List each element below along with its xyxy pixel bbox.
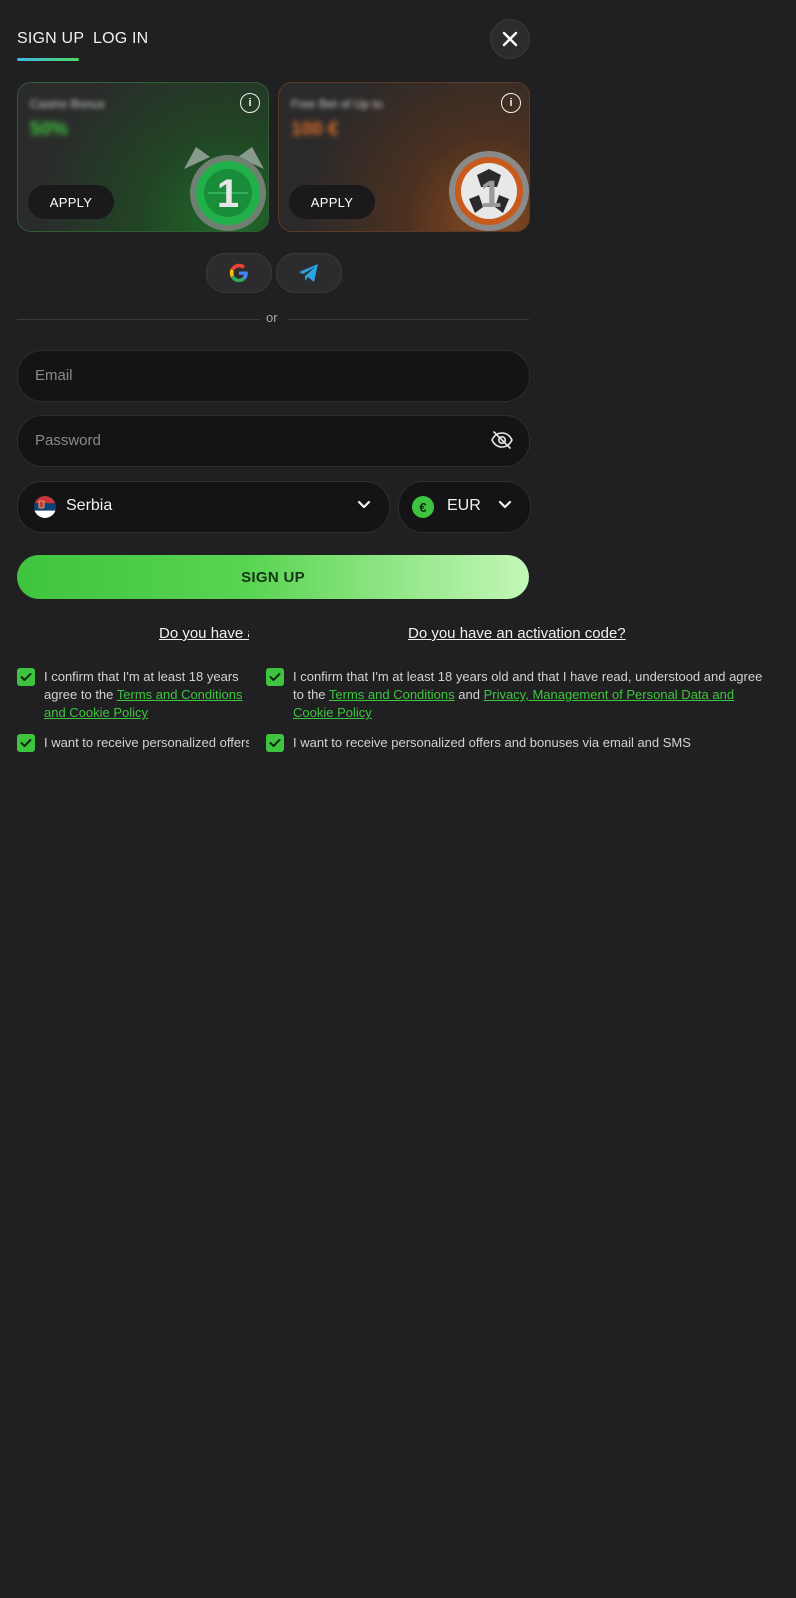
close-button[interactable] bbox=[490, 19, 530, 59]
chevron-down-icon bbox=[357, 500, 371, 509]
medal-icon: 1 bbox=[184, 147, 266, 231]
apply-button[interactable]: APPLY bbox=[28, 185, 114, 219]
signup-submit-button[interactable]: SIGN UP bbox=[17, 555, 529, 599]
currency-select[interactable]: € EUR bbox=[398, 481, 531, 533]
tab-signup[interactable]: SIGN UP bbox=[17, 30, 84, 48]
bonus-title: Free Bet of Up to bbox=[291, 97, 383, 111]
tab-login[interactable]: LOG IN bbox=[93, 30, 148, 48]
eye-off-icon[interactable] bbox=[491, 430, 513, 450]
serbia-flag-icon bbox=[34, 496, 56, 518]
currency-value: EUR bbox=[447, 497, 481, 514]
email-field[interactable]: Email bbox=[17, 350, 530, 402]
offers-checkbox[interactable] bbox=[266, 734, 284, 752]
apply-button[interactable]: APPLY bbox=[289, 185, 375, 219]
telegram-login-button[interactable] bbox=[276, 253, 342, 293]
divider-line bbox=[288, 319, 529, 320]
activation-code-link[interactable]: Do you have an activation code? bbox=[408, 625, 626, 642]
password-placeholder: Password bbox=[35, 432, 101, 449]
sport-bonus-card: Free Bet of Up to 100 € i 1 APPLY bbox=[278, 82, 530, 232]
age-checkbox[interactable] bbox=[266, 668, 284, 686]
check-icon bbox=[269, 739, 281, 747]
privacy-link-clipped[interactable]: and Cookie Policy bbox=[44, 704, 249, 722]
chevron-down-icon bbox=[498, 500, 512, 509]
offers-checkbox-clipped[interactable] bbox=[17, 734, 35, 752]
terms-link-clipped[interactable]: Terms and Conditions bbox=[117, 687, 243, 702]
info-icon[interactable]: i bbox=[240, 93, 260, 113]
offers-consent-text: I want to receive personalized offers an… bbox=[293, 735, 691, 750]
medal-number: 1 bbox=[480, 174, 501, 216]
bonus-value: 100 € bbox=[291, 119, 339, 140]
check-icon bbox=[20, 739, 32, 747]
age-checkbox-clipped[interactable] bbox=[17, 668, 35, 686]
consent-text: agree to the bbox=[44, 687, 117, 702]
consent-clipped-column: I confirm that I'm at least 18 years agr… bbox=[17, 668, 249, 758]
age-consent-text: I confirm that I'm at least 18 years old… bbox=[293, 668, 773, 722]
casino-bonus-card: Casino Bonus 50% i 1 APPLY bbox=[17, 82, 269, 232]
google-login-button[interactable] bbox=[206, 253, 272, 293]
email-placeholder: Email bbox=[35, 367, 73, 384]
consent-text: and bbox=[454, 687, 484, 702]
bonus-title: Casino Bonus bbox=[30, 97, 105, 111]
terms-link[interactable]: Terms and Conditions bbox=[329, 687, 455, 702]
divider-line bbox=[17, 319, 260, 320]
consent-line: I confirm that I'm at least 18 years bbox=[44, 669, 239, 684]
country-value: Serbia bbox=[66, 497, 113, 514]
activation-link-clipped-wrap: Do you have an activation code? bbox=[159, 625, 249, 647]
age-consent-text-clipped: I confirm that I'm at least 18 years agr… bbox=[44, 668, 249, 722]
check-icon bbox=[20, 673, 32, 681]
check-icon bbox=[269, 673, 281, 681]
password-field[interactable]: Password bbox=[17, 415, 530, 467]
activation-code-link-clipped[interactable]: Do you have an activation code? bbox=[159, 625, 249, 642]
telegram-icon bbox=[299, 264, 318, 282]
close-icon bbox=[502, 31, 518, 47]
bonus-value: 50% bbox=[30, 119, 69, 140]
medal-number: 1 bbox=[217, 172, 239, 216]
active-tab-indicator bbox=[17, 58, 79, 61]
country-select[interactable]: Serbia bbox=[17, 481, 390, 533]
offers-consent-text-clipped: I want to receive personalized offers bbox=[44, 735, 249, 750]
football-medal-icon: 1 bbox=[449, 151, 529, 231]
google-icon bbox=[229, 263, 248, 283]
divider-text: or bbox=[266, 310, 278, 325]
info-icon[interactable]: i bbox=[501, 93, 521, 113]
consent-line: agree to the Terms and Conditions bbox=[44, 686, 249, 704]
euro-icon: € bbox=[412, 496, 434, 518]
